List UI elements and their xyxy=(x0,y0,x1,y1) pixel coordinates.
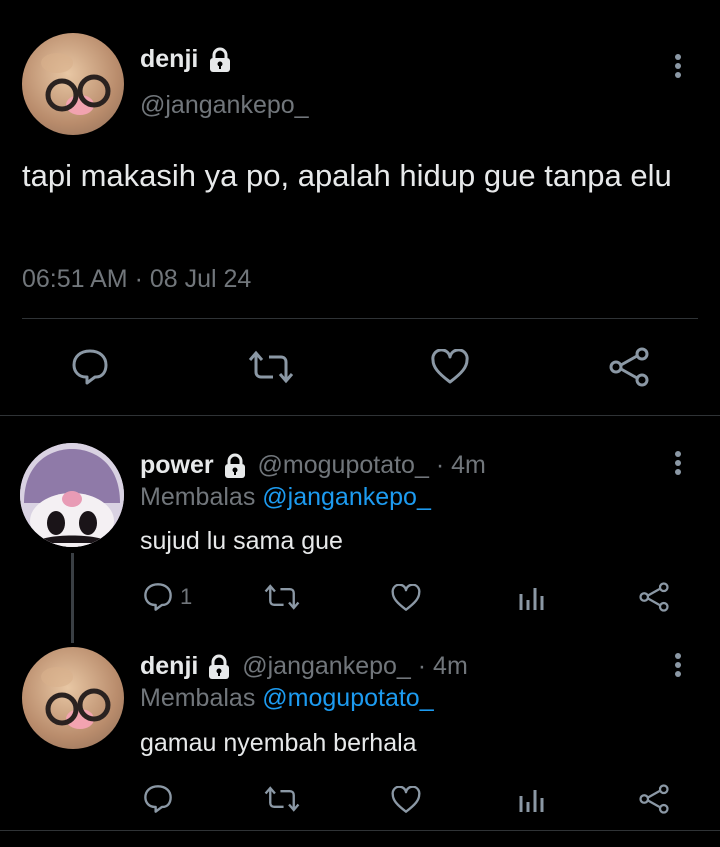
display-name[interactable]: denji xyxy=(140,45,198,73)
reply-text: sujud lu sama gue xyxy=(140,527,343,555)
display-name[interactable]: denji xyxy=(140,652,198,680)
main-tweet-author: denji xyxy=(140,44,232,74)
share-icon[interactable] xyxy=(606,345,652,389)
retweet-icon[interactable] xyxy=(247,347,295,387)
mention-link[interactable]: @jangankepo_ xyxy=(262,483,431,511)
glasses-cat-avatar-art xyxy=(41,667,111,729)
tweet-text: tapi makasih ya po, apalah hidup gue tan… xyxy=(22,158,672,193)
reply-icon xyxy=(144,583,172,611)
reply-text: gamau nyembah berhala xyxy=(140,729,417,757)
like-icon[interactable] xyxy=(390,584,422,612)
replying-to: Membalas @mogupotato_ xyxy=(140,682,434,714)
analytics-icon[interactable] xyxy=(518,584,544,612)
share-icon[interactable] xyxy=(638,582,670,612)
analytics-icon[interactable] xyxy=(518,786,544,814)
replying-prefix: Membalas xyxy=(140,684,256,712)
like-icon[interactable] xyxy=(428,347,472,387)
more-options-icon[interactable] xyxy=(674,653,682,677)
lock-icon xyxy=(207,654,231,680)
section-divider xyxy=(0,830,720,831)
divider xyxy=(22,318,698,319)
reply-2-header: denji @jangankepo_ · 4m xyxy=(140,650,468,682)
avatar-denji[interactable] xyxy=(22,33,124,135)
lock-icon xyxy=(223,453,247,479)
reply-1-header: power @mogupotato_ · 4m xyxy=(140,449,486,481)
retweet-icon[interactable] xyxy=(264,583,300,611)
replying-to: Membalas @jangankepo_ xyxy=(140,481,431,513)
reply-icon[interactable] xyxy=(142,784,174,814)
reply-icon[interactable] xyxy=(68,347,112,387)
reply-time: · 4m xyxy=(417,652,468,680)
handle[interactable]: @mogupotato_ xyxy=(258,451,429,479)
like-icon[interactable] xyxy=(390,786,422,814)
reply-action[interactable]: 1 xyxy=(142,582,192,612)
more-options-icon[interactable] xyxy=(674,451,682,475)
handle[interactable]: @jangankepo_ xyxy=(140,90,309,120)
more-options-icon[interactable] xyxy=(674,54,682,78)
lock-icon xyxy=(208,47,232,73)
mention-link[interactable]: @mogupotato_ xyxy=(262,684,433,712)
reply-time: · 4m xyxy=(435,451,486,479)
replying-prefix: Membalas xyxy=(140,483,256,511)
section-divider xyxy=(0,415,720,416)
reply-count: 1 xyxy=(180,584,193,609)
glasses-cat-avatar-art xyxy=(41,53,111,115)
retweet-icon[interactable] xyxy=(264,785,300,813)
handle[interactable]: @jangankepo_ xyxy=(242,652,411,680)
share-icon[interactable] xyxy=(638,784,670,814)
thread-connector-line xyxy=(71,553,74,643)
tweet-timestamp[interactable]: 06:51 AM · 08 Jul 24 xyxy=(22,263,251,295)
kuromi-avatar-art xyxy=(20,443,124,547)
display-name[interactable]: power xyxy=(140,451,214,479)
avatar-power[interactable] xyxy=(20,443,124,547)
avatar-denji[interactable] xyxy=(22,647,124,749)
